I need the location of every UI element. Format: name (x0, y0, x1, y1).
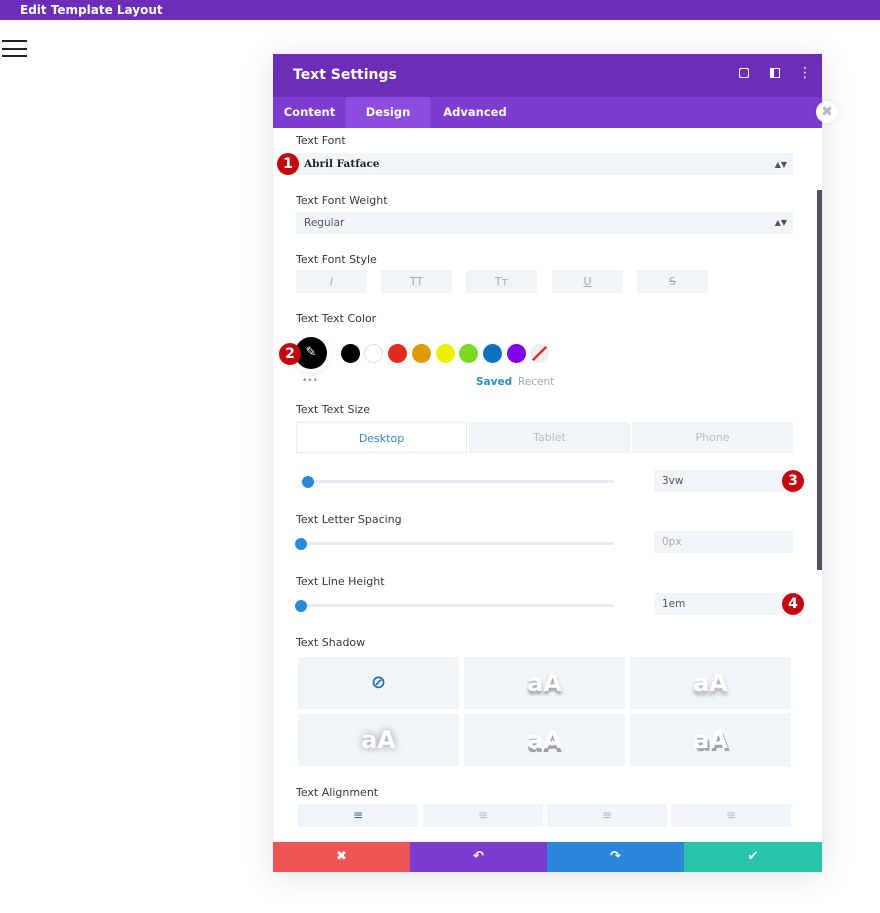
badge-1: 1 (277, 153, 299, 175)
line-height-slider-track[interactable] (301, 604, 614, 607)
shadow-option-3[interactable]: aA (298, 714, 459, 766)
save-button[interactable]: ✔ (684, 842, 822, 872)
text-font-label: Text Font (296, 134, 346, 147)
text-alignment-label: Text Alignment (296, 786, 379, 799)
text-size-slider-track[interactable] (301, 480, 614, 483)
text-font-value: Abril Fatface (304, 158, 380, 170)
shadow-option-4[interactable]: aA (464, 714, 625, 766)
letter-spacing-slider-handle[interactable] (295, 538, 307, 550)
recent-tab[interactable]: Recent (518, 376, 554, 388)
text-font-weight-select[interactable]: Regular ▲▼ (296, 212, 793, 234)
shadow-none-option[interactable]: ⊘ (298, 657, 459, 709)
letter-spacing-input[interactable]: 0px (654, 531, 793, 553)
device-tab-desktop[interactable]: Desktop (296, 422, 467, 453)
line-height-input[interactable]: 1em (654, 593, 793, 615)
text-font-style-label: Text Font Style (296, 253, 377, 266)
device-tab-tablet[interactable]: Tablet (469, 422, 630, 453)
more-options-icon[interactable]: ⋮ (798, 66, 812, 80)
expand-icon[interactable] (739, 68, 749, 78)
top-bar: Edit Template Layout (0, 0, 880, 20)
text-font-weight-value: Regular (304, 217, 345, 229)
swatch-black[interactable] (341, 344, 360, 363)
tab-design[interactable]: Design (346, 97, 430, 128)
swatch-red[interactable] (388, 344, 407, 363)
select-arrows-icon: ▲▼ (774, 218, 787, 227)
text-shadow-label: Text Shadow (296, 636, 366, 649)
shadow-option-5[interactable]: aA (630, 714, 791, 766)
swatch-white[interactable] (364, 344, 383, 363)
align-center-icon[interactable]: ≡ (423, 804, 543, 827)
underline-button[interactable]: U (552, 270, 623, 293)
align-justify-icon[interactable]: ≡ (671, 804, 791, 827)
text-size-slider-handle[interactable] (302, 476, 314, 488)
tab-advanced[interactable]: Advanced (430, 97, 520, 128)
line-height-label: Text Line Height (296, 575, 385, 588)
shadow-option-2[interactable]: aA (630, 657, 791, 709)
text-size-label: Text Text Size (296, 403, 371, 416)
capitalize-button[interactable]: Tт (466, 270, 537, 293)
uppercase-button[interactable]: TT (381, 270, 452, 293)
device-tab-phone[interactable]: Phone (632, 422, 793, 453)
swatch-yellow[interactable] (436, 344, 455, 363)
more-colors-button[interactable]: ••• (302, 376, 318, 386)
align-left-icon[interactable]: ≡ (298, 804, 418, 827)
badge-3: 3 (782, 470, 804, 492)
swatch-orange[interactable] (412, 344, 431, 363)
cancel-button[interactable]: ✖ (273, 842, 410, 872)
italic-button[interactable]: I (296, 270, 367, 293)
badge-4: 4 (782, 593, 804, 615)
letter-spacing-slider-track[interactable] (301, 542, 614, 545)
undo-button[interactable]: ↶ (410, 842, 547, 872)
swatch-green[interactable] (459, 344, 478, 363)
hamburger-menu-icon[interactable] (2, 40, 27, 57)
text-size-input[interactable]: 3vw (654, 470, 793, 492)
close-circle-icon[interactable]: ✖ (816, 101, 838, 123)
swatch-purple[interactable] (507, 344, 526, 363)
swatch-transparent[interactable] (530, 344, 549, 363)
select-arrows-icon: ▲▼ (774, 159, 787, 169)
align-right-icon[interactable]: ≡ (547, 804, 667, 827)
strikethrough-button[interactable]: S (637, 270, 708, 293)
swatch-blue[interactable] (483, 344, 502, 363)
sidebar-toggle-icon[interactable] (770, 68, 780, 78)
letter-spacing-label: Text Letter Spacing (296, 513, 402, 526)
text-font-select[interactable]: Abril Fatface ▲▼ (296, 153, 793, 175)
no-shadow-icon: ⊘ (370, 672, 387, 693)
text-color-label: Text Text Color (296, 312, 377, 325)
redo-button[interactable]: ↷ (547, 842, 684, 872)
text-font-weight-label: Text Font Weight (296, 194, 388, 207)
line-height-slider-handle[interactable] (295, 600, 307, 612)
scrollbar[interactable] (817, 190, 822, 570)
shadow-option-1[interactable]: aA (464, 657, 625, 709)
badge-2: 2 (279, 343, 301, 365)
tab-content[interactable]: Content (273, 97, 346, 128)
saved-tab[interactable]: Saved (476, 376, 512, 388)
